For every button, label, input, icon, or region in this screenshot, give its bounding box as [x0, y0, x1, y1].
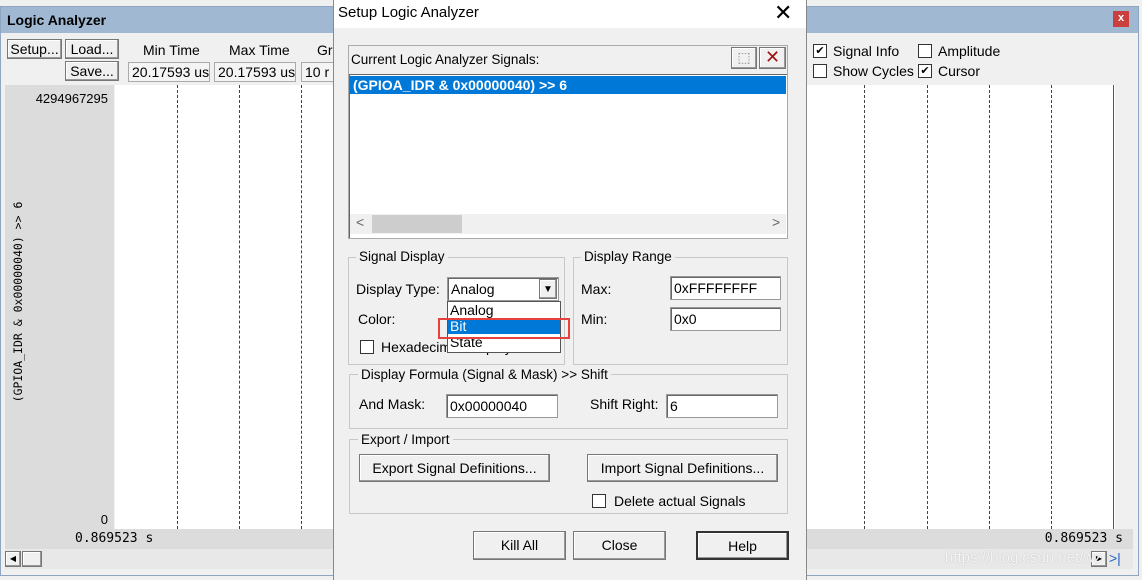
- export-import-legend: Export / Import: [358, 433, 453, 447]
- scroll-thumb[interactable]: [372, 215, 462, 233]
- delete-signal-icon[interactable]: ✕: [759, 47, 786, 69]
- import-signal-definitions-button[interactable]: Import Signal Definitions...: [587, 454, 778, 482]
- show-cycles-label: Show Cycles: [833, 63, 914, 79]
- and-mask-label: And Mask:: [359, 396, 426, 412]
- grid-line: [989, 85, 990, 529]
- hex-display-checkbox[interactable]: [360, 340, 374, 354]
- time-left-label: 0.869523 s: [75, 531, 154, 546]
- max-label: Max:: [581, 281, 612, 297]
- setup-button[interactable]: Setup...: [7, 39, 62, 59]
- min-label: Min:: [581, 311, 608, 327]
- help-button[interactable]: Help: [696, 531, 789, 560]
- signal-info-checkbox[interactable]: ✔: [813, 44, 827, 58]
- grid-line: [239, 85, 240, 529]
- max-input[interactable]: 0xFFFFFFFF: [670, 276, 781, 300]
- new-signal-icon[interactable]: ⬚: [731, 47, 757, 69]
- annotation-highlight-box: [438, 318, 570, 339]
- color-label: Color:: [358, 311, 396, 327]
- scroll-left-icon[interactable]: <: [356, 214, 364, 230]
- min-time-value: 20.17593 us: [128, 62, 210, 82]
- signal-info-label: Signal Info: [833, 43, 900, 59]
- load-button[interactable]: Load...: [65, 39, 119, 59]
- show-cycles-checkbox[interactable]: [813, 64, 827, 78]
- scroll-end-icon[interactable]: >|: [1109, 550, 1121, 566]
- signal-list-item[interactable]: (GPIOA_IDR & 0x00000040) >> 6: [350, 76, 786, 94]
- max-time-value: 20.17593 us: [214, 62, 296, 82]
- min-input[interactable]: 0x0: [670, 307, 781, 331]
- formula-legend: Display Formula (Signal & Mask) >> Shift: [358, 368, 611, 382]
- amplitude-checkbox[interactable]: [918, 44, 932, 58]
- time-right-label: 0.869523 s: [1044, 531, 1123, 546]
- signals-list[interactable]: (GPIOA_IDR & 0x00000040) >> 6 < >: [349, 74, 787, 238]
- display-type-select[interactable]: Analog ▼: [447, 277, 559, 301]
- signals-label: Current Logic Analyzer Signals:: [351, 52, 540, 67]
- amplitude-label: Amplitude: [938, 43, 1001, 59]
- grid-line: [1051, 85, 1052, 529]
- scroll-right-icon[interactable]: >: [772, 214, 780, 230]
- display-type-label: Display Type:: [356, 281, 440, 297]
- cursor-checkbox[interactable]: ✔: [918, 64, 932, 78]
- watermark: https://blog.csdn.net/wz: [945, 549, 1102, 566]
- shift-right-input[interactable]: 6: [666, 394, 778, 418]
- signal-display-legend: Signal Display: [356, 250, 448, 264]
- chevron-down-icon[interactable]: ▼: [539, 279, 557, 299]
- setup-dialog: Setup Logic Analyzer ✕ Current Logic Ana…: [333, 0, 807, 580]
- shift-right-label: Shift Right:: [590, 396, 659, 412]
- grid-line: [301, 85, 302, 529]
- close-button[interactable]: Close: [573, 531, 666, 560]
- min-time-label: Min Time: [143, 42, 200, 58]
- y-min-label: 0: [100, 512, 108, 527]
- delete-actual-signals-label: Delete actual Signals: [614, 493, 746, 509]
- and-mask-input[interactable]: 0x00000040: [446, 394, 558, 418]
- grid-line: [927, 85, 928, 529]
- display-type-value: Analog: [451, 281, 495, 297]
- list-horizontal-scrollbar[interactable]: < >: [350, 214, 786, 234]
- signal-name-label: (GPIOA_IDR & 0x00000040) >> 6: [11, 201, 25, 403]
- kill-all-button[interactable]: Kill All: [473, 531, 566, 560]
- grid-line: [864, 85, 865, 529]
- save-button[interactable]: Save...: [65, 61, 119, 81]
- max-time-label: Max Time: [229, 42, 290, 58]
- scroll-left-icon[interactable]: ◀: [5, 551, 21, 567]
- close-icon[interactable]: x: [1113, 11, 1129, 27]
- option-analog[interactable]: Analog: [448, 302, 560, 318]
- delete-actual-signals-checkbox[interactable]: [592, 494, 606, 508]
- signal-label-area: 4294967295 0 (GPIOA_IDR & 0x00000040) >>…: [5, 85, 114, 529]
- y-max-label: 4294967295: [35, 91, 108, 106]
- export-signal-definitions-button[interactable]: Export Signal Definitions...: [359, 454, 550, 482]
- cursor-line: [1113, 85, 1114, 529]
- close-icon[interactable]: ✕: [774, 0, 792, 26]
- cursor-label: Cursor: [938, 63, 981, 79]
- scroll-thumb[interactable]: [22, 551, 42, 567]
- dialog-title: Setup Logic Analyzer: [334, 0, 806, 28]
- grid-line: [177, 85, 178, 529]
- display-range-legend: Display Range: [581, 250, 675, 264]
